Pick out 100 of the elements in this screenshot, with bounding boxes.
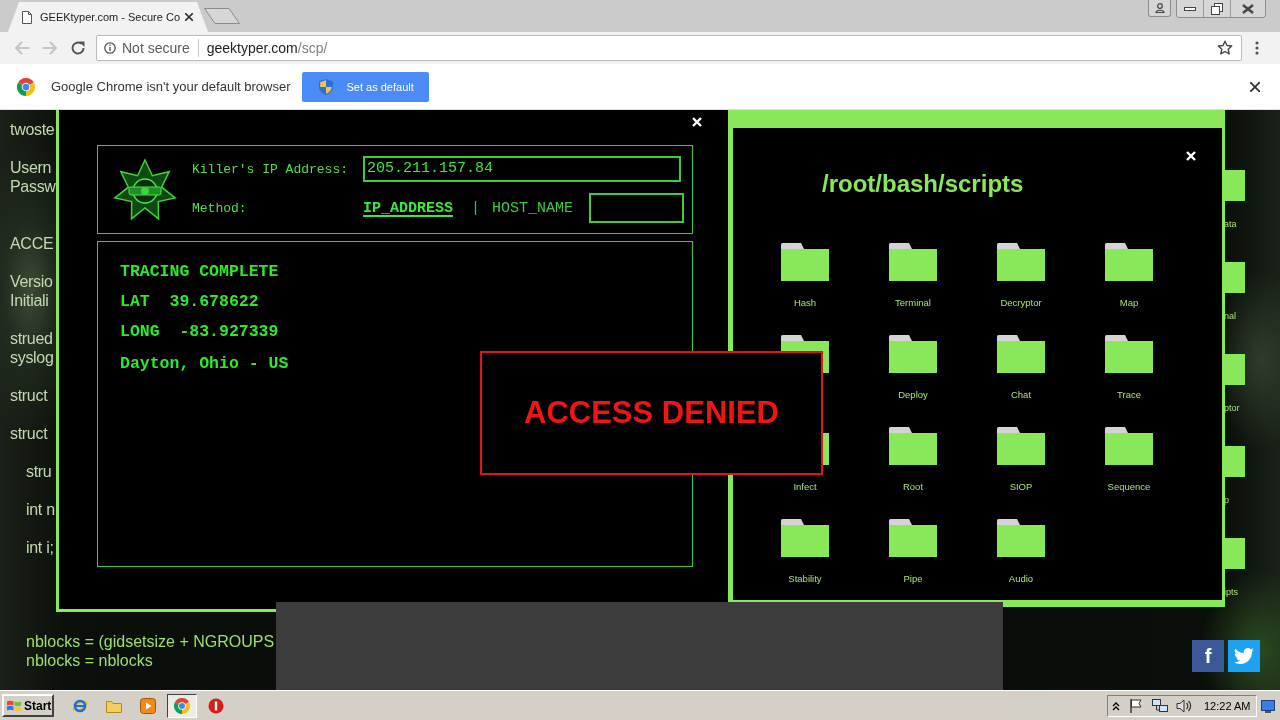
- separator: |: [471, 199, 481, 217]
- start-button[interactable]: Start: [2, 694, 54, 717]
- twitter-button[interactable]: [1228, 640, 1260, 672]
- folder-icon: [106, 698, 122, 713]
- folder-icon: [1105, 243, 1153, 281]
- code-text: ACCE: [10, 234, 54, 253]
- method-link[interactable]: IP_ADDRESS: [363, 199, 453, 217]
- folder-item[interactable]: Root: [889, 427, 937, 493]
- folder-item[interactable]: Decryptor: [997, 243, 1045, 309]
- code-text: syslog: [10, 348, 54, 367]
- folder-item[interactable]: Audio: [997, 519, 1045, 585]
- chrome-icon: [174, 697, 190, 714]
- desktop-icon[interactable]: [1261, 698, 1275, 713]
- browser-tab[interactable]: GEEKtyper.com - Secure Co: [8, 2, 208, 32]
- bird-icon: [1234, 648, 1254, 664]
- folder-icon: [889, 243, 937, 281]
- ip-field[interactable]: 205.211.157.84: [363, 156, 681, 182]
- close-icon[interactable]: [1250, 81, 1260, 92]
- result-text: LONG -83.927339: [120, 321, 279, 343]
- speaker-icon[interactable]: [1176, 697, 1192, 714]
- close-window-button[interactable]: [1231, 0, 1265, 17]
- folder-label[interactable]: ipts: [1224, 586, 1238, 598]
- host-field[interactable]: [589, 193, 685, 223]
- folder-item[interactable]: SIOP: [997, 427, 1045, 493]
- code-text: struct: [10, 386, 48, 405]
- code-text: Usern: [10, 158, 52, 177]
- folder-item[interactable]: Sequence: [1105, 427, 1153, 493]
- folder-icon: [1105, 427, 1153, 465]
- minimize-button[interactable]: [1177, 0, 1204, 17]
- shield-icon: [319, 78, 334, 95]
- code-text: struct: [10, 424, 48, 443]
- path-title: /root/bash/scripts: [822, 170, 1024, 198]
- folder-icon: [889, 427, 937, 465]
- ip-label: Killer's IP Address:: [192, 161, 350, 177]
- facebook-button[interactable]: f: [1192, 640, 1224, 672]
- folder-icon: [997, 243, 1045, 281]
- folder-icon: [781, 519, 829, 557]
- folder-icon: [781, 243, 829, 281]
- clock-text[interactable]: 12:22 AM: [1204, 699, 1251, 712]
- method-label: Method:: [192, 200, 248, 216]
- folder-icon: [997, 427, 1045, 465]
- code-text: nblocks = (gidsetsize + NGROUPS: [26, 632, 275, 651]
- code-text: int i;: [26, 538, 54, 557]
- code-text: twoste: [10, 120, 55, 139]
- folder-item[interactable]: Deploy: [889, 335, 937, 401]
- back-arrow-icon: [14, 40, 30, 56]
- code-text: strued: [10, 329, 53, 348]
- result-text: TRACING COMPLETE: [120, 261, 279, 283]
- folder-label[interactable]: ata: [1224, 218, 1237, 230]
- profile-button[interactable]: [1148, 0, 1171, 17]
- browser-icon: [72, 697, 88, 714]
- address-bar[interactable]: Not secure geektyper.com/scp/: [96, 35, 1242, 61]
- result-text: LAT 39.678622: [120, 291, 259, 313]
- folder-item[interactable]: Terminal: [889, 243, 937, 309]
- info-icon: [104, 42, 116, 54]
- folder-item[interactable]: Chat: [997, 335, 1045, 401]
- network-icon[interactable]: [1152, 697, 1168, 714]
- folder-icon: [997, 335, 1045, 373]
- alert-text: ACCESS DENIED: [524, 395, 779, 431]
- folder-icon: [889, 335, 937, 373]
- folder-item[interactable]: Map: [1105, 243, 1153, 309]
- play-icon: [140, 697, 156, 714]
- code-text: stru: [26, 462, 52, 481]
- forward-arrow-icon: [42, 40, 58, 56]
- restore-icon: [1211, 2, 1223, 15]
- folder-item[interactable]: Stability: [781, 519, 829, 585]
- taskbar-app-button[interactable]: [167, 693, 197, 718]
- star-icon[interactable]: [1217, 40, 1233, 56]
- folder-icon: [997, 519, 1045, 557]
- caret-up-icon[interactable]: [1112, 700, 1120, 711]
- infobar-message: Google Chrome isn't your default browser: [51, 79, 291, 94]
- close-icon: [1242, 3, 1254, 14]
- reload-icon: [70, 40, 86, 56]
- method-link[interactable]: HOST_NAME: [492, 199, 574, 217]
- code-text: int n: [26, 500, 55, 519]
- restore-button[interactable]: [1204, 0, 1231, 17]
- folder-item[interactable]: Trace: [1105, 335, 1153, 401]
- minimize-icon: [1184, 6, 1196, 11]
- folder-icon: [889, 519, 937, 557]
- star-badge-icon: [112, 157, 178, 223]
- stop-icon: [208, 697, 224, 714]
- folder-item[interactable]: Hash: [781, 243, 829, 309]
- flag-icon[interactable]: [1128, 697, 1144, 714]
- close-icon[interactable]: [185, 13, 193, 21]
- result-text: Dayton, Ohio - US: [120, 353, 289, 375]
- folder-label[interactable]: nal: [1224, 310, 1236, 322]
- code-text: Versio: [10, 272, 53, 291]
- folder-icon: [1105, 335, 1153, 373]
- folder-label[interactable]: p: [1224, 494, 1229, 506]
- folder-label[interactable]: ptor: [1224, 402, 1240, 414]
- security-label[interactable]: Not secure: [122, 40, 190, 56]
- code-text: nblocks = nblocks: [26, 651, 153, 670]
- folder-item[interactable]: Pipe: [889, 519, 937, 585]
- code-text: Initiali: [10, 291, 49, 310]
- person-icon: [1154, 3, 1165, 13]
- windows-flag-icon: [6, 698, 22, 713]
- chrome-icon: [17, 77, 35, 96]
- menu-icon: [1255, 41, 1259, 55]
- code-text: Passw: [10, 177, 56, 196]
- page-icon: [22, 10, 32, 24]
